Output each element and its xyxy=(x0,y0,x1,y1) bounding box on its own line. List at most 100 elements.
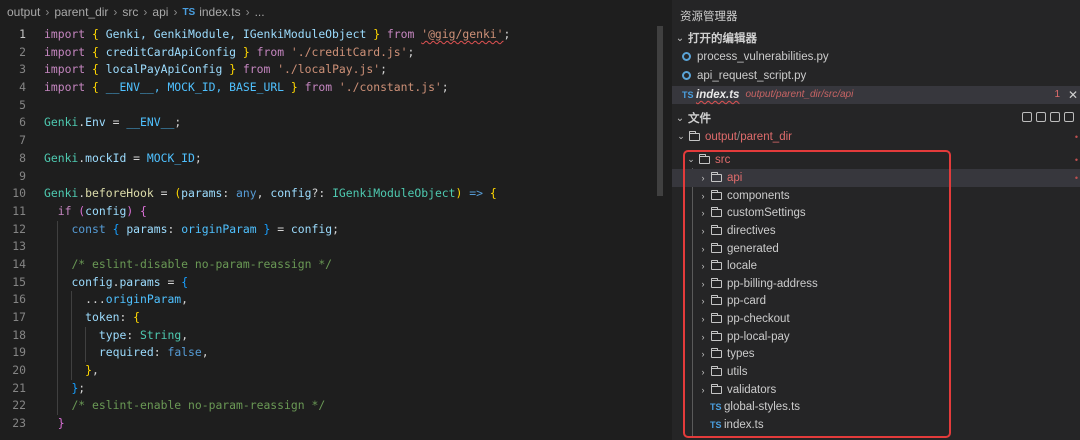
tree-folder[interactable]: › generated xyxy=(672,240,1080,258)
property: params xyxy=(119,274,161,289)
breadcrumb-item[interactable]: parent_dir xyxy=(54,5,108,19)
chevron-right-icon: › xyxy=(143,5,148,19)
breadcrumb-item[interactable]: src xyxy=(122,5,138,19)
code-line[interactable]: 7 xyxy=(0,132,672,150)
chevron-down-icon: ⌄ xyxy=(675,32,685,44)
breadcrumb-file[interactable]: index.ts xyxy=(199,5,240,19)
code-line[interactable]: 18 type: String, xyxy=(0,326,672,345)
tree-folder[interactable]: › locale xyxy=(672,257,1080,275)
param: params xyxy=(181,186,223,201)
code-line[interactable]: 20 }, xyxy=(0,362,672,380)
property: Env xyxy=(85,115,106,130)
keyword: const xyxy=(71,221,106,236)
code-line[interactable]: 5 xyxy=(0,97,672,115)
literal: false xyxy=(167,345,202,360)
tree-file[interactable]: TS global-styles.ts xyxy=(672,398,1080,416)
code-line[interactable]: 10 Genki.beforeHook = (params: any, confi… xyxy=(0,185,672,203)
chevron-right-icon: › xyxy=(113,5,118,19)
code-line[interactable]: 11 if (config) { xyxy=(0,203,672,221)
code-line[interactable]: 15 config.params = { xyxy=(0,273,672,292)
code-line[interactable]: 13 xyxy=(0,238,672,256)
folder-name: generated xyxy=(727,242,779,255)
close-icon[interactable]: ✕ xyxy=(1068,88,1078,102)
open-editor-item[interactable]: process_vulnerabilities.py xyxy=(672,48,1080,66)
code-line[interactable]: 22 /* eslint-enable no-param-reassign */ xyxy=(0,397,672,416)
line-number: 5 xyxy=(19,97,26,112)
breadcrumb-item[interactable]: api xyxy=(152,5,168,19)
keyword: from xyxy=(256,44,285,59)
code-area[interactable]: 1 import { Genki, GenkiModule, IGenkiModu… xyxy=(0,26,672,433)
error-dot: • xyxy=(1074,172,1078,183)
code-line[interactable]: 9 xyxy=(0,168,672,186)
tree-folder[interactable]: › customSettings xyxy=(672,204,1080,222)
code-line[interactable]: 19 required: false, xyxy=(0,344,672,363)
identifier: Genki xyxy=(44,150,79,165)
line-number: 21 xyxy=(12,380,26,395)
code-line[interactable]: 21 }; xyxy=(0,379,672,398)
folder-icon xyxy=(711,330,722,341)
tree-folder[interactable]: › pp-card xyxy=(672,292,1080,310)
code-line[interactable]: 23 } xyxy=(0,415,672,433)
chevron-right-icon: › xyxy=(173,5,178,19)
tree-folder[interactable]: › directives xyxy=(672,222,1080,240)
line-number: 22 xyxy=(12,398,26,413)
code-line[interactable]: 6 Genki.Env = __ENV__; xyxy=(0,114,672,132)
chevron-right-icon: › xyxy=(701,384,705,395)
keyword: import xyxy=(44,80,86,95)
property: required xyxy=(98,345,154,360)
explorer-toolbar xyxy=(1022,112,1074,122)
chevron-right-icon: › xyxy=(701,348,705,359)
tree-folder[interactable]: › pp-local-pay xyxy=(672,328,1080,346)
line-number: 4 xyxy=(19,80,26,95)
breadcrumb-symbols[interactable]: ... xyxy=(255,5,265,19)
tree-folder[interactable]: › pp-billing-address xyxy=(672,275,1080,293)
open-editors-header[interactable]: ⌄ 打开的编辑器 xyxy=(672,28,1080,48)
param: config xyxy=(270,186,312,201)
tree-folder-src[interactable]: ⌄ src • xyxy=(672,151,1080,169)
refresh-icon[interactable] xyxy=(1050,112,1060,122)
open-editor-item[interactable]: api_request_script.py xyxy=(672,67,1080,85)
tree-folder[interactable]: › api • xyxy=(672,169,1080,187)
line-number: 6 xyxy=(19,115,26,130)
line-number: 14 xyxy=(12,256,26,271)
line-number: 7 xyxy=(19,133,26,148)
files-header[interactable]: ⌄ 文件 xyxy=(672,108,1080,128)
keyword: import xyxy=(44,44,86,59)
tree-folder-root[interactable]: ⌄ output / parent_dir • xyxy=(672,128,1080,146)
typescript-file-icon: TS xyxy=(710,401,722,412)
code-line[interactable]: 4 import { __ENV__, MOCK_ID, BASE_URL } f… xyxy=(0,79,672,97)
folder-name: customSettings xyxy=(727,206,806,219)
code-line[interactable]: 1 import { Genki, GenkiModule, IGenkiModu… xyxy=(0,26,672,44)
editor-scrollbar[interactable] xyxy=(657,26,663,196)
chevron-right-icon: › xyxy=(701,260,705,271)
chevron-right-icon: › xyxy=(45,5,50,19)
collapse-all-icon[interactable] xyxy=(1064,112,1074,122)
code-line[interactable]: 17 token: { xyxy=(0,309,672,327)
python-file-icon xyxy=(682,52,691,62)
folder-icon xyxy=(711,383,722,394)
tree-folder[interactable]: › components xyxy=(672,187,1080,205)
code-line[interactable]: 12 const { params: originParam } = confi… xyxy=(0,220,672,239)
line-number: 9 xyxy=(19,168,26,183)
code-line[interactable]: 14 /* eslint-disable no-param-reassign *… xyxy=(0,255,672,274)
tree-file[interactable]: TS index.ts xyxy=(672,416,1080,434)
code-line[interactable]: 2 import { creditCardApiConfig } from './… xyxy=(0,44,672,62)
open-editor-item-active[interactable]: TS index.ts output/parent_dir/src/api 1 … xyxy=(672,86,1080,104)
code-line[interactable]: 3 import { localPayApiConfig } from './lo… xyxy=(0,61,672,79)
new-folder-icon[interactable] xyxy=(1036,112,1046,122)
folder-icon xyxy=(711,347,722,358)
code-line[interactable]: 16 ...originParam, xyxy=(0,291,672,309)
code-line[interactable]: 8 Genki.mockId = MOCK_ID; xyxy=(0,150,672,168)
code-editor[interactable]: output › parent_dir › src › api › TS index.t… xyxy=(0,0,672,440)
folder-icon xyxy=(711,294,722,305)
tree-folder[interactable]: › pp-checkout xyxy=(672,310,1080,328)
new-file-icon[interactable] xyxy=(1022,112,1032,122)
comment: /* eslint-disable no-param-reassign */ xyxy=(71,256,333,271)
tree-folder[interactable]: › validators xyxy=(672,381,1080,399)
tree-folder[interactable]: › utils xyxy=(672,363,1080,381)
tree-folder[interactable]: › types xyxy=(672,345,1080,363)
breadcrumb-item[interactable]: output xyxy=(7,5,40,19)
breadcrumb: output › parent_dir › src › api › TS index.t… xyxy=(0,0,672,24)
error-dot: • xyxy=(1074,154,1078,165)
line-number: 18 xyxy=(12,327,26,342)
